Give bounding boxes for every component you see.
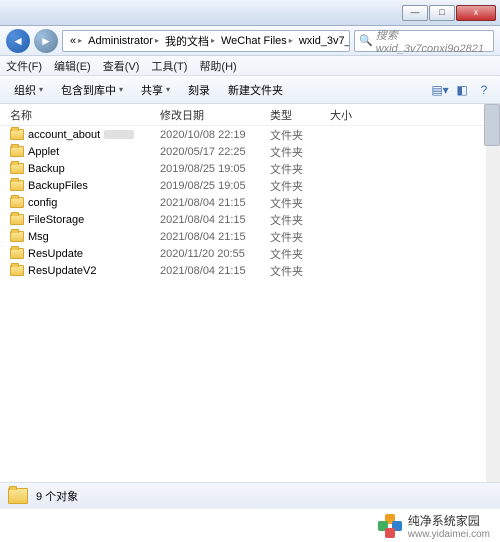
file-date: 2020/11/20 20:55 (160, 248, 270, 260)
folder-icon (10, 265, 24, 276)
file-name: Applet (28, 146, 59, 158)
file-name: config (28, 197, 57, 209)
col-type[interactable]: 类型 (270, 107, 330, 123)
menu-help[interactable]: 帮助(H) (199, 58, 236, 74)
organize-button[interactable]: 组织▾ (6, 79, 51, 101)
breadcrumb[interactable]: 我的文档▸ (162, 33, 218, 49)
file-date: 2021/08/04 21:15 (160, 197, 270, 209)
file-name: ResUpdate (28, 248, 83, 260)
table-row[interactable]: ResUpdateV2 2021/08/04 21:15文件夹 (10, 262, 486, 279)
file-type: 文件夹 (270, 263, 330, 279)
folder-icon (10, 146, 24, 157)
folder-icon (10, 129, 24, 140)
file-type: 文件夹 (270, 127, 330, 143)
menu-file[interactable]: 文件(F) (6, 58, 42, 74)
table-row[interactable]: config 2021/08/04 21:15文件夹 (10, 194, 486, 211)
back-button[interactable]: ◄ (6, 29, 30, 53)
help-icon[interactable]: ? (474, 80, 494, 100)
breadcrumb[interactable]: Administrator▸ (85, 35, 162, 47)
search-input[interactable]: 🔍 搜索 wxid_3v7conxi9o2821 (354, 30, 494, 52)
breadcrumb[interactable]: wxid_3v7______2821▸ (296, 35, 350, 47)
file-name: Msg (28, 231, 49, 243)
include-button[interactable]: 包含到库中▾ (53, 79, 131, 101)
table-row[interactable]: ResUpdate 2020/11/20 20:55文件夹 (10, 245, 486, 262)
file-date: 2020/05/17 22:25 (160, 146, 270, 158)
col-size[interactable]: 大小 (330, 107, 380, 123)
view-options-icon[interactable]: ▤▾ (430, 80, 450, 100)
maximize-button[interactable]: □ (429, 5, 455, 21)
table-row[interactable]: Applet 2020/05/17 22:25文件夹 (10, 143, 486, 160)
col-date[interactable]: 修改日期 (160, 107, 270, 123)
toolbar: 组织▾ 包含到库中▾ 共享▾ 刻录 新建文件夹 ▤▾ ◧ ? (0, 76, 500, 104)
folder-icon (10, 180, 24, 191)
folder-icon (10, 214, 24, 225)
menubar: 文件(F) 编辑(E) 查看(V) 工具(T) 帮助(H) (0, 56, 500, 76)
minimize-button[interactable]: — (402, 5, 428, 21)
file-date: 2020/10/08 22:19 (160, 129, 270, 141)
menu-edit[interactable]: 编辑(E) (54, 58, 91, 74)
file-name: account_about (28, 129, 100, 141)
close-button[interactable]: x (456, 5, 496, 21)
folder-icon (10, 163, 24, 174)
folder-icon (10, 248, 24, 259)
file-date: 2019/08/25 19:05 (160, 180, 270, 192)
col-name[interactable]: 名称 (10, 107, 160, 123)
file-date: 2021/08/04 21:15 (160, 265, 270, 277)
table-row[interactable]: Msg 2021/08/04 21:15文件夹 (10, 228, 486, 245)
titlebar: — □ x (0, 0, 500, 26)
file-name: FileStorage (28, 214, 84, 226)
watermark-url: www.yidaimei.com (408, 529, 490, 540)
redacted-text (104, 130, 134, 139)
forward-button[interactable]: ► (34, 29, 58, 53)
file-type: 文件夹 (270, 161, 330, 177)
file-date: 2021/08/04 21:15 (160, 214, 270, 226)
file-name: ResUpdateV2 (28, 265, 97, 277)
new-folder-button[interactable]: 新建文件夹 (220, 79, 291, 101)
file-date: 2021/08/04 21:15 (160, 231, 270, 243)
status-text: 9 个对象 (36, 488, 78, 504)
file-date: 2019/08/25 19:05 (160, 163, 270, 175)
file-list: account_about2020/10/08 22:19文件夹Applet20… (0, 126, 486, 279)
column-headers[interactable]: 名称 修改日期 类型 大小 (0, 104, 486, 126)
file-list-area: 名称 修改日期 类型 大小 account_about 2020/10/08 22… (0, 104, 500, 482)
menu-view[interactable]: 查看(V) (103, 58, 140, 74)
file-type: 文件夹 (270, 144, 330, 160)
address-bar[interactable]: «▸ Administrator▸ 我的文档▸ WeChat Files▸ wx… (62, 30, 350, 52)
watermark-logo-icon (378, 514, 402, 538)
status-bar: 9 个对象 (0, 482, 500, 508)
breadcrumb-overflow[interactable]: «▸ (67, 35, 85, 47)
watermark: 纯净系统家园 www.yidaimei.com (0, 508, 500, 542)
watermark-title: 纯净系统家园 (408, 512, 490, 529)
table-row[interactable]: BackupFiles 2019/08/25 19:05文件夹 (10, 177, 486, 194)
breadcrumb[interactable]: WeChat Files▸ (218, 35, 296, 47)
file-name: Backup (28, 163, 65, 175)
share-button[interactable]: 共享▾ (133, 79, 178, 101)
search-icon: 🔍 (359, 34, 373, 47)
folder-icon (8, 488, 28, 504)
table-row[interactable]: Backup 2019/08/25 19:05文件夹 (10, 160, 486, 177)
file-type: 文件夹 (270, 178, 330, 194)
search-placeholder: 搜索 wxid_3v7conxi9o2821 (376, 27, 489, 55)
folder-icon (10, 197, 24, 208)
burn-button[interactable]: 刻录 (180, 79, 218, 101)
navbar: ◄ ► «▸ Administrator▸ 我的文档▸ WeChat Files… (0, 26, 500, 56)
file-name: BackupFiles (28, 180, 88, 192)
file-type: 文件夹 (270, 229, 330, 245)
file-type: 文件夹 (270, 246, 330, 262)
table-row[interactable]: account_about 2020/10/08 22:19文件夹 (10, 126, 486, 143)
folder-icon (10, 231, 24, 242)
table-row[interactable]: FileStorage 2021/08/04 21:15文件夹 (10, 211, 486, 228)
preview-pane-icon[interactable]: ◧ (452, 80, 472, 100)
file-type: 文件夹 (270, 212, 330, 228)
menu-tools[interactable]: 工具(T) (151, 58, 187, 74)
file-type: 文件夹 (270, 195, 330, 211)
